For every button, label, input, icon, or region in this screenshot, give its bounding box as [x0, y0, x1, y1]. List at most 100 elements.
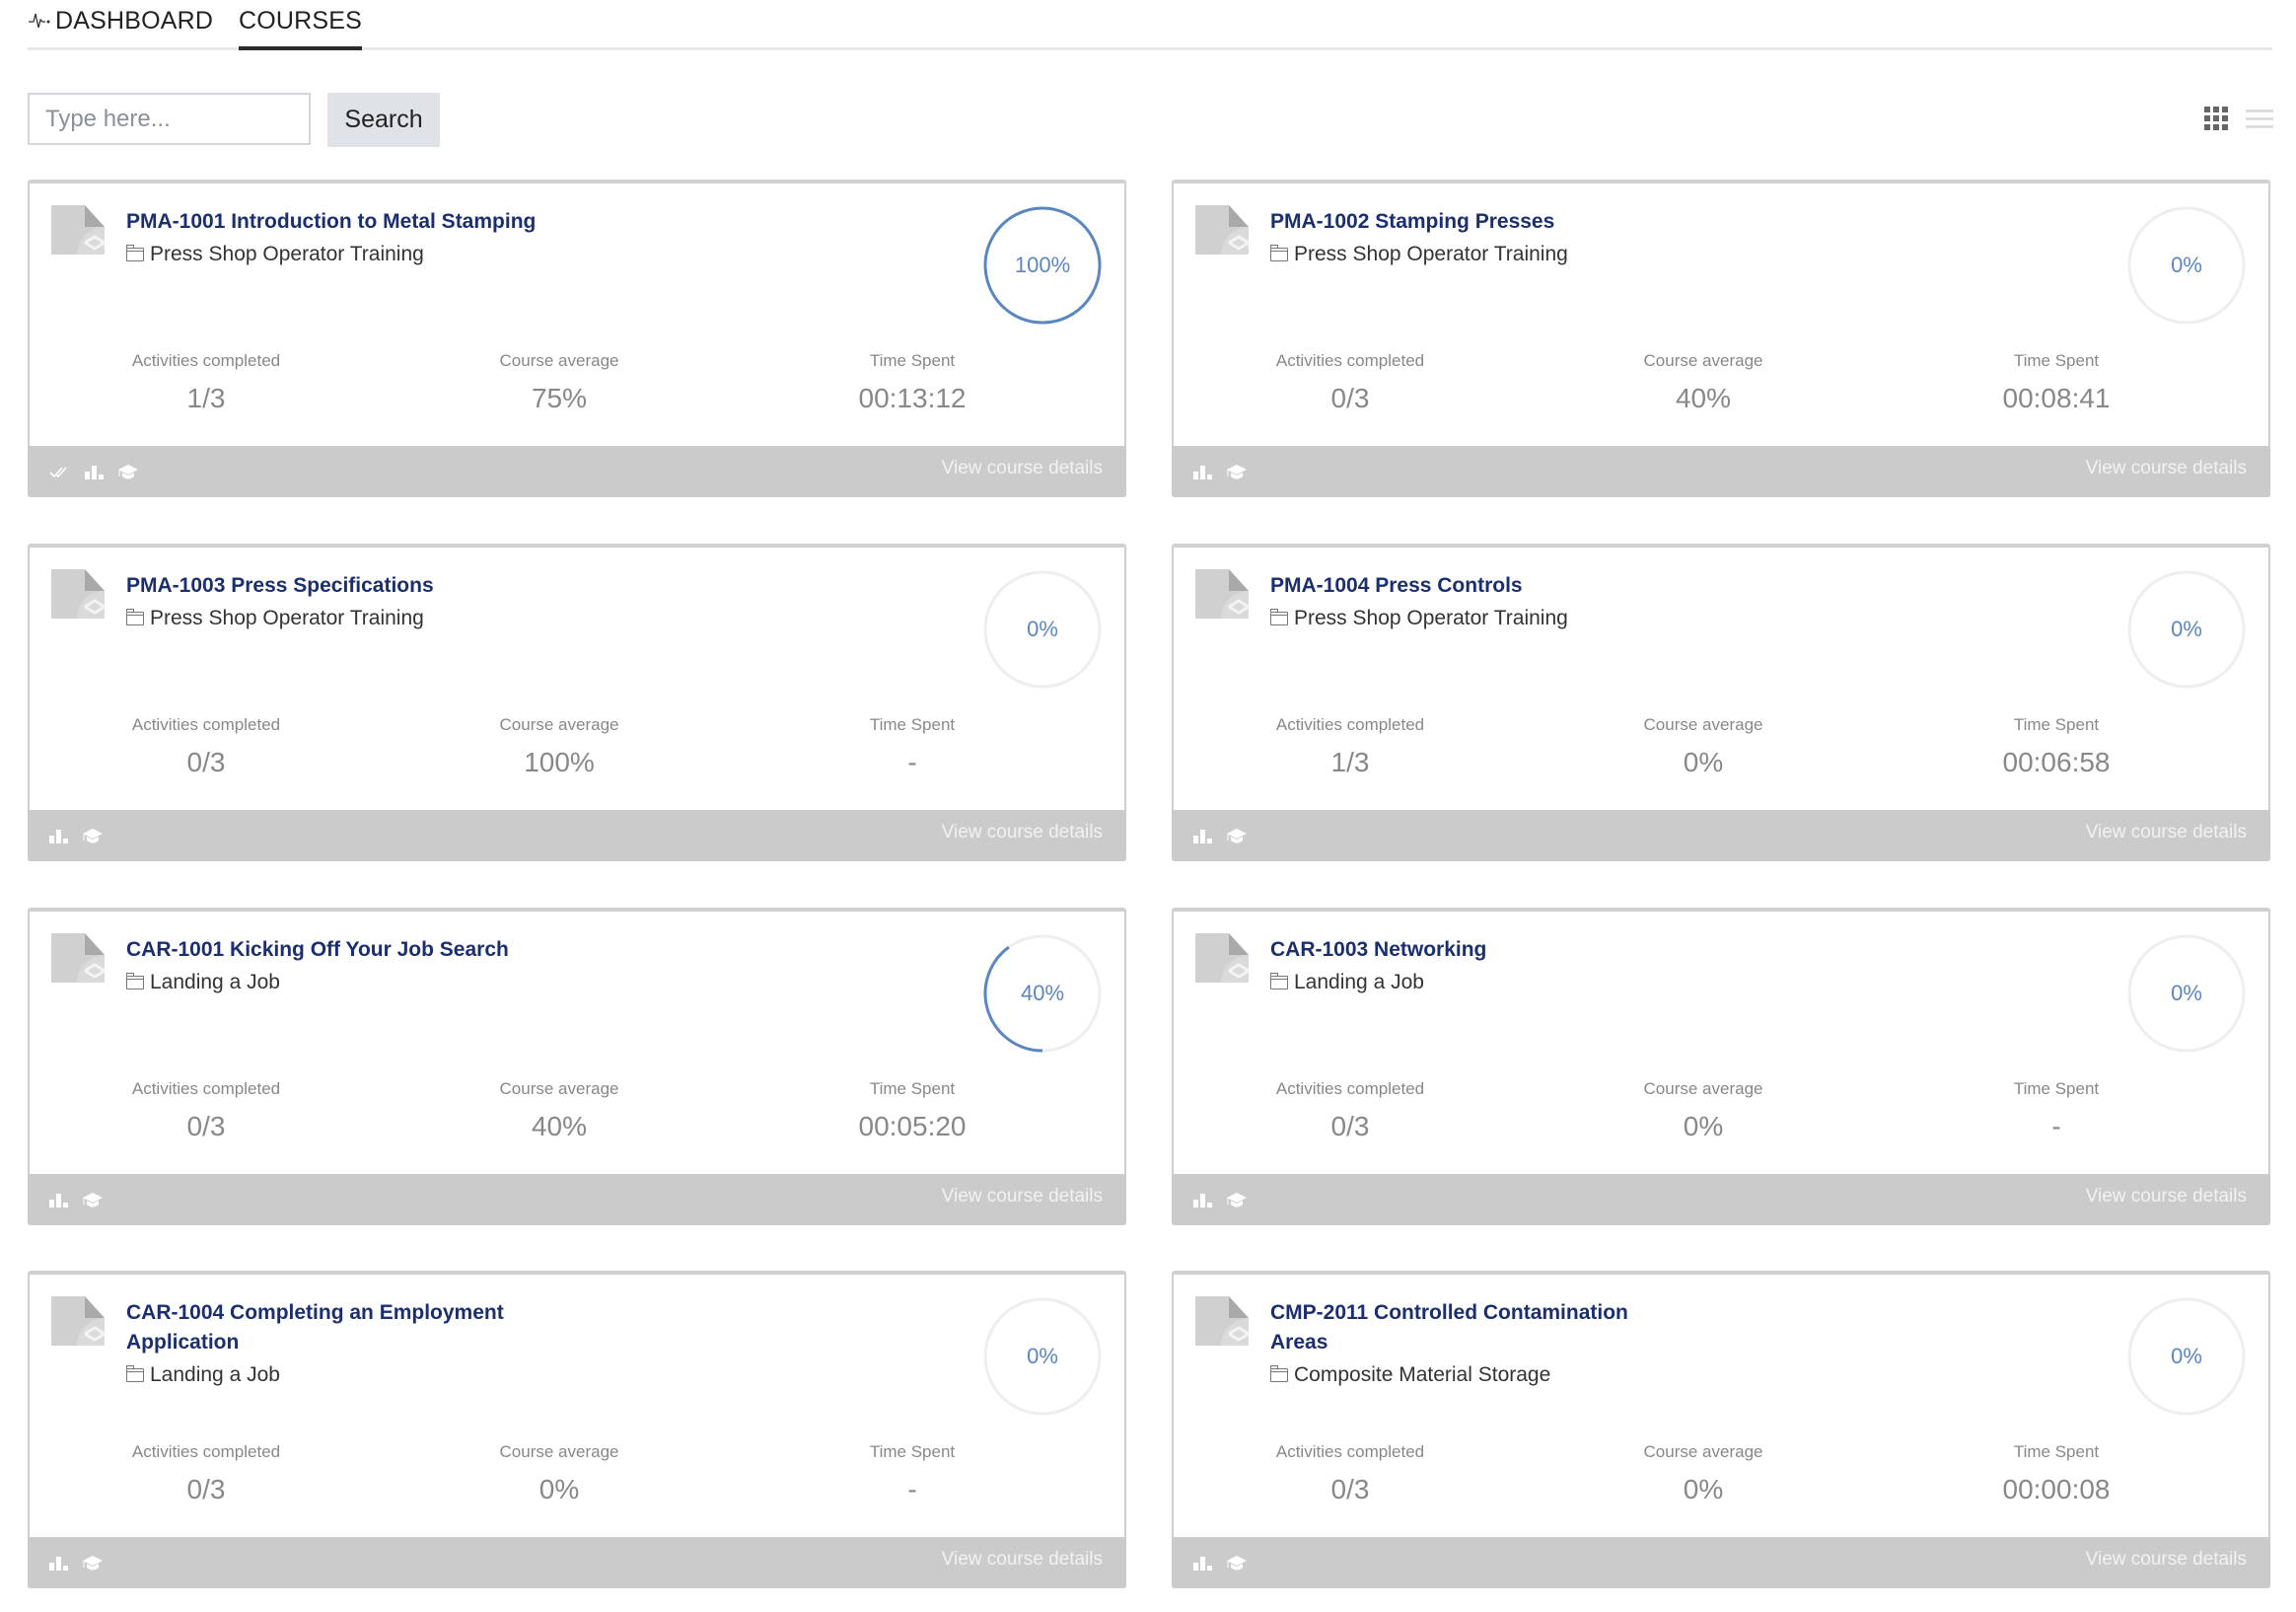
- tab-courses[interactable]: COURSES: [239, 4, 363, 50]
- course-title[interactable]: PMA-1004 Press Controls: [1270, 571, 1685, 601]
- card-footer: View course details: [1172, 1537, 2270, 1588]
- stat-average-label: Course average: [499, 1079, 619, 1098]
- graduation-cap-icon[interactable]: [118, 464, 138, 486]
- course-file-icon: [1195, 569, 1249, 619]
- folder-icon: [1270, 245, 1288, 261]
- course-card: CAR-1003 Networking Landing a Job 0% Act…: [1172, 908, 2270, 1225]
- footer-icons: [1193, 828, 1247, 850]
- course-card: PMA-1001 Introduction to Metal Stamping …: [28, 180, 1126, 497]
- stat-time: Time Spent 00:08:41: [1908, 351, 2204, 414]
- course-category: Press Shop Operator Training: [1270, 607, 1568, 630]
- course-card: CAR-1004 Completing an Employment Applic…: [28, 1271, 1126, 1588]
- footer-icons: [49, 1555, 103, 1577]
- graduation-cap-icon[interactable]: [1227, 1555, 1247, 1577]
- stat-activities-value: 0/3: [186, 1111, 226, 1141]
- course-card: PMA-1004 Press Controls Press Shop Opera…: [1172, 544, 2270, 861]
- stat-time-label: Time Spent: [2013, 1079, 2100, 1098]
- graduation-cap-icon[interactable]: [83, 1555, 103, 1577]
- stat-average-label: Course average: [499, 1442, 619, 1461]
- course-stats: Activities completed 0/3 Course average …: [1174, 1442, 2268, 1521]
- completed-check-icon[interactable]: [49, 466, 71, 484]
- graduation-cap-icon[interactable]: [1227, 1192, 1247, 1214]
- stat-average: Course average 40%: [1555, 351, 1851, 414]
- view-course-details-link[interactable]: View course details: [942, 458, 1103, 479]
- grid-view-icon[interactable]: [2204, 107, 2228, 130]
- stat-activities: Activities completed 0/3: [58, 1442, 354, 1505]
- bar-chart-icon[interactable]: [1193, 1557, 1213, 1575]
- stat-time-value: -: [2051, 1111, 2061, 1141]
- stat-time-label: Time Spent: [2013, 715, 2100, 734]
- folder-icon: [126, 609, 144, 625]
- stat-activities-value: 0/3: [1330, 1474, 1370, 1504]
- search-input[interactable]: [28, 93, 311, 145]
- course-title[interactable]: CAR-1001 Kicking Off Your Job Search: [126, 935, 540, 965]
- graduation-cap-icon[interactable]: [1227, 464, 1247, 486]
- stat-activities-label: Activities completed: [131, 715, 281, 734]
- stat-activities-value: 1/3: [186, 383, 226, 413]
- course-card: CMP-2011 Controlled Contamination Areas …: [1172, 1271, 2270, 1588]
- bar-chart-icon[interactable]: [49, 1194, 69, 1212]
- course-title[interactable]: PMA-1002 Stamping Presses: [1270, 207, 1685, 237]
- bar-chart-icon[interactable]: [1193, 466, 1213, 484]
- bar-chart-icon[interactable]: [85, 466, 105, 484]
- stat-time-value: 00:13:12: [858, 383, 967, 413]
- category-label: Landing a Job: [1294, 971, 1424, 993]
- stat-activities-value: 0/3: [186, 747, 226, 777]
- progress-percent: 40%: [1020, 981, 1065, 1005]
- stat-activities: Activities completed 0/3: [58, 715, 354, 778]
- course-card: PMA-1003 Press Specifications Press Shop…: [28, 544, 1126, 861]
- search-button[interactable]: Search: [327, 93, 440, 147]
- graduation-cap-icon[interactable]: [83, 1192, 103, 1214]
- tab-dashboard[interactable]: DASHBOARD: [28, 4, 213, 37]
- stat-time-label: Time Spent: [869, 351, 956, 370]
- stat-average-value: 0%: [538, 1474, 580, 1504]
- footer-icons: [49, 1192, 103, 1214]
- folder-icon: [1270, 609, 1288, 625]
- view-course-details-link[interactable]: View course details: [2086, 1549, 2247, 1571]
- course-title[interactable]: CMP-2011 Controlled Contamination Areas: [1270, 1298, 1685, 1357]
- course-stats: Activities completed 0/3 Course average …: [30, 1442, 1124, 1521]
- folder-icon: [126, 973, 144, 989]
- stat-average-label: Course average: [1643, 1442, 1763, 1461]
- view-course-details-link[interactable]: View course details: [942, 822, 1103, 843]
- view-course-details-link[interactable]: View course details: [2086, 458, 2247, 479]
- pulse-icon: [29, 13, 50, 29]
- view-course-details-link[interactable]: View course details: [2086, 822, 2247, 843]
- bar-chart-icon[interactable]: [1193, 1194, 1213, 1212]
- bar-chart-icon[interactable]: [49, 830, 69, 848]
- stat-time: Time Spent 00:05:20: [764, 1079, 1060, 1142]
- stat-activities-label: Activities completed: [131, 351, 281, 370]
- course-title[interactable]: PMA-1001 Introduction to Metal Stamping: [126, 207, 540, 237]
- stat-time: Time Spent -: [1908, 1079, 2204, 1142]
- stat-time: Time Spent -: [764, 1442, 1060, 1505]
- progress-percent: 0%: [1027, 617, 1058, 641]
- graduation-cap-icon[interactable]: [83, 828, 103, 850]
- course-category: Press Shop Operator Training: [1270, 243, 1568, 266]
- category-label: Composite Material Storage: [1294, 1363, 1551, 1386]
- footer-icons: [1193, 1555, 1247, 1577]
- bar-chart-icon[interactable]: [49, 1557, 69, 1575]
- graduation-cap-icon[interactable]: [1227, 828, 1247, 850]
- course-title[interactable]: PMA-1003 Press Specifications: [126, 571, 540, 601]
- view-course-details-link[interactable]: View course details: [942, 1186, 1103, 1208]
- view-course-details-link[interactable]: View course details: [2086, 1186, 2247, 1208]
- view-course-details-link[interactable]: View course details: [942, 1549, 1103, 1571]
- stat-activities: Activities completed 0/3: [58, 1079, 354, 1142]
- stat-time-value: 00:00:08: [2002, 1474, 2111, 1504]
- footer-icons: [49, 464, 138, 486]
- course-title[interactable]: CAR-1004 Completing an Employment Applic…: [126, 1298, 540, 1357]
- folder-icon: [1270, 1365, 1288, 1382]
- course-category: Composite Material Storage: [1270, 1363, 1550, 1387]
- stat-average-value: 0%: [1683, 1474, 1724, 1504]
- stat-time-label: Time Spent: [869, 715, 956, 734]
- course-title[interactable]: CAR-1003 Networking: [1270, 935, 1685, 965]
- stat-average-label: Course average: [499, 715, 619, 734]
- list-view-icon[interactable]: [2246, 110, 2273, 131]
- stat-average-value: 75%: [531, 383, 588, 413]
- bar-chart-icon[interactable]: [1193, 830, 1213, 848]
- course-file-icon: [51, 1296, 105, 1346]
- stat-activities-value: 0/3: [1330, 383, 1370, 413]
- progress-percent: 0%: [2171, 981, 2202, 1005]
- tab-courses-label: COURSES: [239, 6, 363, 35]
- progress-percent: 0%: [1027, 1344, 1058, 1368]
